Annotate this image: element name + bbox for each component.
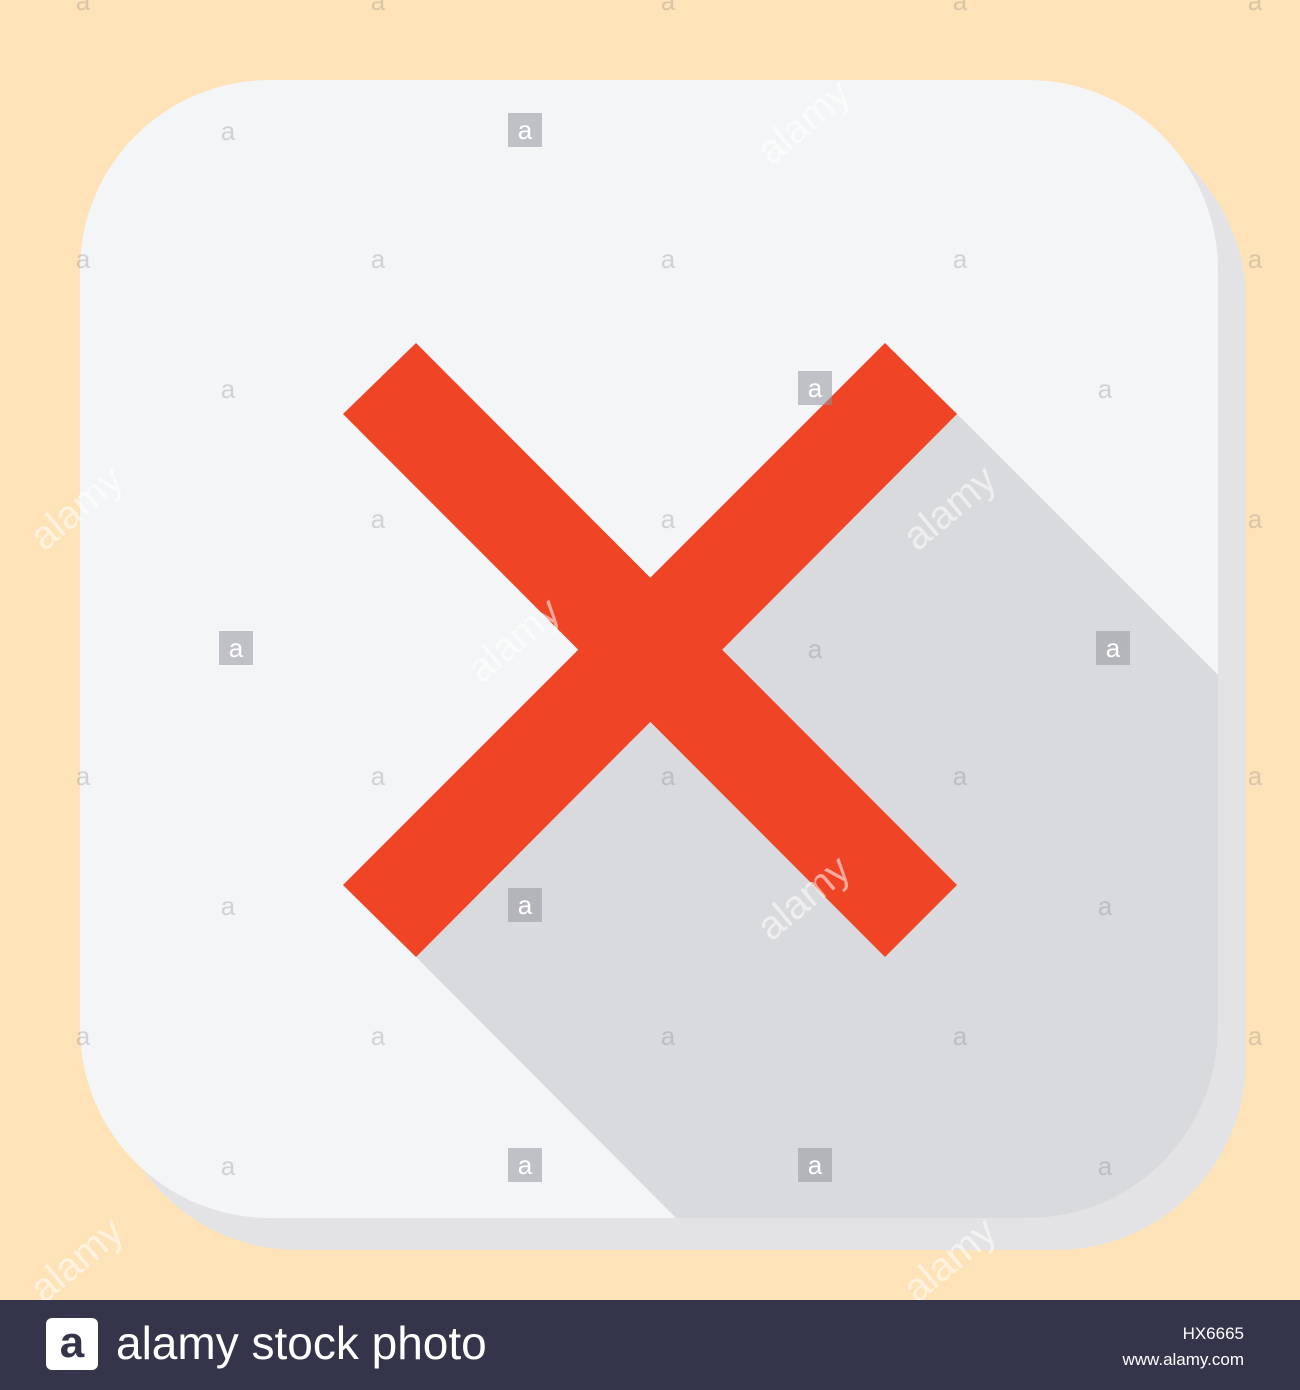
watermark-letter: a: [661, 504, 676, 534]
watermark-letter: a: [76, 761, 91, 791]
watermark-letter: a: [808, 634, 823, 664]
watermark-letter: a: [221, 1151, 236, 1181]
svg-text:a: a: [808, 1150, 823, 1180]
watermark-badge: a: [219, 631, 253, 665]
watermark-letter: a: [661, 761, 676, 791]
watermark-letter: a: [953, 0, 968, 16]
logo-letter: a: [59, 1318, 85, 1367]
watermark-letter: a: [953, 761, 968, 791]
watermark-letter: a: [221, 374, 236, 404]
svg-text:a: a: [518, 890, 533, 920]
watermark-letter: a: [1098, 374, 1113, 404]
watermark-letter: a: [661, 1021, 676, 1051]
watermark-letter: a: [953, 244, 968, 274]
svg-text:a: a: [518, 115, 533, 145]
watermark-letter: a: [1098, 891, 1113, 921]
watermark-badge: a: [508, 1148, 542, 1182]
watermark-letter: a: [76, 0, 91, 16]
watermark-letter: a: [1248, 761, 1263, 791]
watermark-letter: a: [371, 1021, 386, 1051]
watermark-letter: a: [221, 116, 236, 146]
svg-text:a: a: [229, 633, 244, 663]
watermark-letter: a: [1248, 1021, 1263, 1051]
svg-text:a: a: [1106, 633, 1121, 663]
svg-text:a: a: [518, 1150, 533, 1180]
watermark-letter: a: [661, 0, 676, 16]
watermark-letter: a: [953, 1021, 968, 1051]
watermark-badge: a: [508, 113, 542, 147]
watermark-letter: a: [76, 244, 91, 274]
watermark-letter: a: [371, 504, 386, 534]
brand-text: alamy stock photo: [116, 1317, 487, 1369]
svg-text:a: a: [808, 373, 823, 403]
site-url: www.alamy.com: [1122, 1350, 1244, 1369]
watermark-letter: a: [1248, 504, 1263, 534]
watermark-letter: a: [1098, 1151, 1113, 1181]
watermark-badge: a: [1096, 631, 1130, 665]
watermark-letter: a: [1248, 0, 1263, 16]
watermark-letter: a: [1248, 244, 1263, 274]
watermark-letter: a: [76, 1021, 91, 1051]
watermark-badge: a: [508, 888, 542, 922]
watermark-letter: a: [371, 0, 386, 16]
watermark-letter: a: [221, 891, 236, 921]
watermark-badge: a: [798, 371, 832, 405]
watermark-word: alamy: [22, 1209, 132, 1300]
watermark-letter: a: [661, 244, 676, 274]
image-id: HX6665: [1182, 1324, 1244, 1343]
watermark-badge: a: [798, 1148, 832, 1182]
icon-illustration: a a a a a a a a a a a a a a a a a a a a a a a a a a a a a a a a a a a a a a al…: [0, 0, 1300, 1311]
footer-bar: a alamy stock photo HX6665 www.alamy.com: [0, 1300, 1300, 1390]
alamy-logo: a: [46, 1318, 98, 1370]
watermark-letter: a: [371, 761, 386, 791]
watermark-letter: a: [371, 244, 386, 274]
